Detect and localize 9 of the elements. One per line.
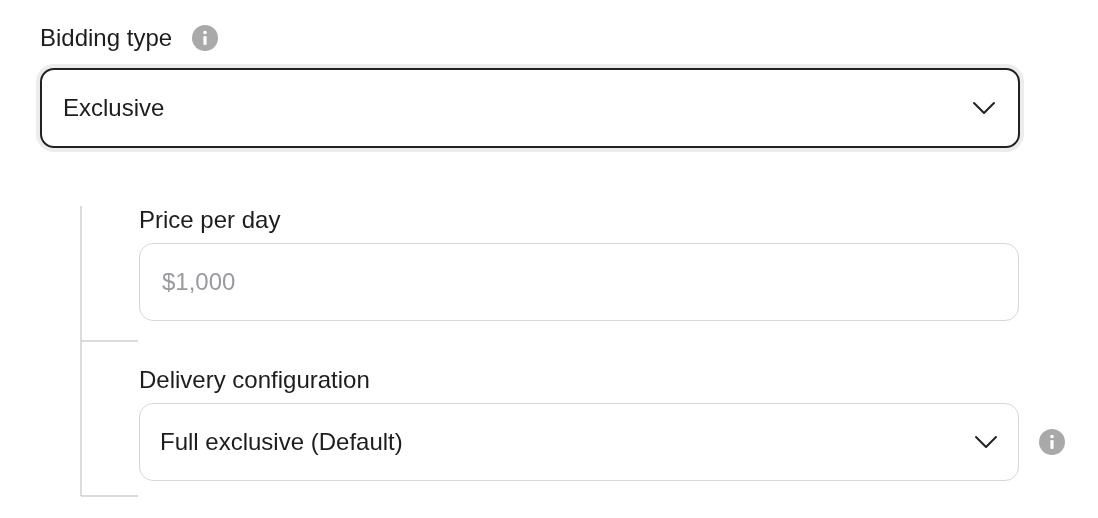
delivery-select[interactable]: Full exclusive (Default): [139, 403, 1019, 481]
field-label: Bidding type: [40, 23, 173, 53]
chevron-down-icon: [972, 101, 996, 115]
field-label: Delivery configuration: [139, 365, 370, 395]
price-input[interactable]: $1,000: [139, 243, 1019, 321]
chevron-down-icon: [974, 435, 998, 449]
info-icon[interactable]: [192, 25, 219, 51]
info-icon[interactable]: [1039, 429, 1065, 455]
field-label: Price per day: [139, 205, 281, 235]
